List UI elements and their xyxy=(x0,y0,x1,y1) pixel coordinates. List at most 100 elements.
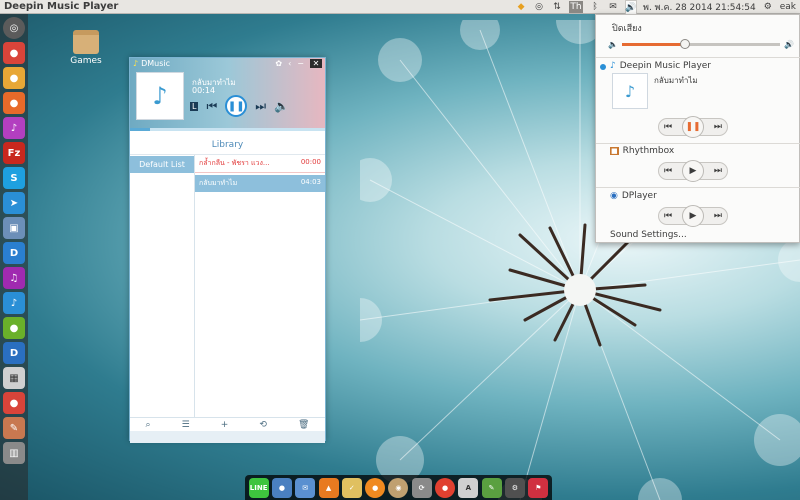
maps-icon[interactable]: ✎ xyxy=(481,477,502,498)
list-item[interactable]: กลับมาทำไม 04:03 xyxy=(195,175,325,192)
volume-slider[interactable] xyxy=(621,38,781,49)
playlist-sidebar: Default List xyxy=(130,155,195,417)
vlc-icon[interactable]: ▲ xyxy=(318,477,339,498)
previous-track-icon[interactable]: ⏮ xyxy=(664,211,672,221)
sync-icon[interactable]: ◎ xyxy=(533,1,545,13)
loop-icon[interactable]: ⟲ xyxy=(259,420,267,430)
album-cover: ♪ xyxy=(612,73,648,109)
podcast-icon[interactable]: ♪ xyxy=(3,117,25,139)
pause-button[interactable]: ❚❚ xyxy=(225,95,248,117)
player-name: DPlayer xyxy=(621,191,657,201)
disc-icon[interactable]: ◉ xyxy=(388,477,409,498)
green-app-icon[interactable]: ● xyxy=(3,317,25,339)
library-header[interactable]: Library xyxy=(130,135,325,155)
top-panel: Deepin Music Player ◆ ◎ ⇅ Th ᛒ ✉ 🔊 พ. พ.… xyxy=(0,0,800,14)
gear-icon[interactable]: ⚙ xyxy=(504,477,525,498)
dplayer-icon[interactable]: D xyxy=(3,342,25,364)
dmusic-icon[interactable]: ♪ xyxy=(3,292,25,314)
keyboard-layout-indicator[interactable]: Th xyxy=(569,1,584,13)
list-icon[interactable]: ☰ xyxy=(182,420,190,430)
list-item[interactable]: กล้ำกลืน - พัชรา แวง... 00:00 xyxy=(195,155,325,173)
now-playing-time: 00:14 xyxy=(192,86,216,95)
deepin-player-controls: ⏮ ❚❚ ⏭ xyxy=(658,116,728,138)
clock-indicator[interactable]: พ. พ.ค. 28 2014 21:54:54 xyxy=(643,0,756,14)
previous-track-icon[interactable]: ⏮ xyxy=(206,99,217,114)
files-icon[interactable]: ▦ xyxy=(3,367,25,389)
sidebar-item-default-list[interactable]: Default List xyxy=(130,156,194,173)
chromium-icon[interactable]: ● xyxy=(3,42,25,64)
player-track-title: กลับมาทำไม xyxy=(654,76,698,85)
player-running-indicator xyxy=(600,64,606,70)
next-track-icon[interactable]: ⏭ xyxy=(714,166,722,176)
network-icon[interactable]: ⇅ xyxy=(551,1,563,13)
player-deepin[interactable]: ♪ Deepin Music Player xyxy=(610,61,711,71)
orange-app-icon[interactable]: ● xyxy=(365,477,386,498)
sync-icon[interactable]: ⟳ xyxy=(411,477,432,498)
next-track-icon[interactable]: ⏭ xyxy=(714,122,722,132)
photos-icon[interactable]: ▣ xyxy=(3,217,25,239)
sound-icon[interactable]: 🔊 xyxy=(625,0,638,14)
close-button[interactable]: ✕ xyxy=(310,59,322,68)
recorder-icon[interactable]: ● xyxy=(3,392,25,414)
divider xyxy=(596,143,800,144)
filezilla-icon[interactable]: Fz xyxy=(3,142,25,164)
active-app-title: Deepin Music Player xyxy=(4,1,119,12)
player-statusbar xyxy=(130,431,325,443)
user-name[interactable]: eak xyxy=(780,2,796,12)
playlist: กล้ำกลืน - พัชรา แวง... 00:00 กลับมาทำไม… xyxy=(195,155,325,417)
mail-icon[interactable]: ✉ xyxy=(607,1,619,13)
deepin-icon[interactable]: D xyxy=(3,242,25,264)
dmusic-window: ♪ DMusic ✿ ‹ − ✕ ♪ กลับมาทำไม 00:14 L ⏮ … xyxy=(129,57,326,443)
lyrics-button[interactable]: L xyxy=(190,101,199,111)
desktop-folder-games[interactable]: Games xyxy=(66,30,106,66)
previous-track-icon[interactable]: ⏮ xyxy=(664,166,672,176)
pause-button[interactable]: ❚❚ xyxy=(681,116,704,138)
skype-icon[interactable]: S xyxy=(3,167,25,189)
player-rhythmbox[interactable]: ■ Rhythmbox xyxy=(610,146,674,156)
song-duration: 00:00 xyxy=(300,158,321,166)
playback-progress[interactable] xyxy=(130,128,325,131)
delete-icon[interactable]: 🗑 xyxy=(298,420,309,430)
sound-settings-link[interactable]: Sound Settings... xyxy=(610,230,687,240)
player-header: ♪ DMusic ✿ ‹ − ✕ ♪ กลับมาทำไม 00:14 L ⏮ … xyxy=(130,58,325,131)
package-icon[interactable]: ◆ xyxy=(515,1,527,13)
song-title: กล้ำกลืน - พัชรา แวง... xyxy=(199,159,270,167)
tasks-icon[interactable]: ✓ xyxy=(341,477,362,498)
back-icon[interactable]: ‹ xyxy=(288,59,291,68)
player-titlebar: ♪ DMusic ✿ ‹ − ✕ xyxy=(130,58,325,69)
previous-track-icon[interactable]: ⏮ xyxy=(664,122,672,132)
chrome-icon[interactable]: ● xyxy=(3,67,25,89)
music-note-icon: ♪ xyxy=(133,59,139,68)
play-button[interactable]: ▶ xyxy=(681,160,704,182)
telegram-icon[interactable]: ➤ xyxy=(3,192,25,214)
pidgin-icon[interactable]: ● xyxy=(271,477,292,498)
dictionary-icon[interactable]: A xyxy=(458,477,479,498)
folder-icon xyxy=(73,30,99,54)
divider xyxy=(596,187,800,188)
skin-icon[interactable]: ✿ xyxy=(275,59,282,68)
add-icon[interactable]: + xyxy=(221,420,229,430)
volume-slider-row: 🔈 🔊 xyxy=(608,37,794,51)
mail-icon[interactable]: ✉ xyxy=(295,477,316,498)
trash-icon[interactable]: ▥ xyxy=(3,442,25,464)
notes-icon[interactable]: ✎ xyxy=(3,417,25,439)
next-track-icon[interactable]: ⏭ xyxy=(714,211,722,221)
minimize-button[interactable]: − xyxy=(297,59,304,68)
player-toolbar: ⌕ ☰ + ⟲ 🗑 xyxy=(130,417,325,431)
player-dplayer[interactable]: ◉ DPlayer xyxy=(610,191,657,201)
home-launcher-icon[interactable]: ◎ xyxy=(3,17,25,39)
volume-slider-knob[interactable] xyxy=(680,38,691,49)
search-icon[interactable]: ⌕ xyxy=(146,420,151,430)
bluetooth-icon[interactable]: ᛒ xyxy=(589,1,601,13)
line-icon[interactable]: LINE xyxy=(248,477,269,498)
flag-icon[interactable]: ⚑ xyxy=(528,477,549,498)
headphones-icon[interactable]: ♫ xyxy=(3,267,25,289)
firefox-icon[interactable]: ● xyxy=(3,92,25,114)
mute-toggle[interactable]: ปิดเสียง xyxy=(612,21,642,35)
chrome-icon[interactable]: ● xyxy=(435,477,456,498)
volume-low-icon: 🔈 xyxy=(608,39,618,49)
gear-icon[interactable]: ⚙ xyxy=(762,1,774,13)
volume-icon[interactable]: 🔈 xyxy=(274,99,289,113)
next-track-icon[interactable]: ⏭ xyxy=(255,99,266,114)
play-button[interactable]: ▶ xyxy=(681,205,704,227)
